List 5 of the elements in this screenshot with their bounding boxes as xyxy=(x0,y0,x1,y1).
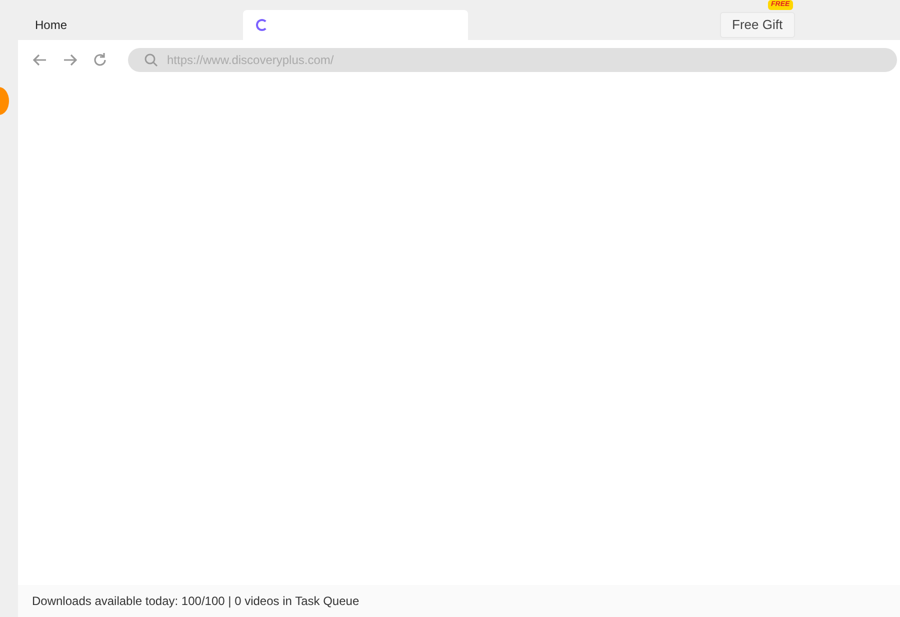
search-icon xyxy=(144,53,158,67)
browser-tab[interactable]: Home xyxy=(18,10,243,40)
free-gift-button[interactable]: Free Gift xyxy=(720,12,795,38)
status-text: Downloads available today: 100/100 | 0 videos in Task Queue xyxy=(32,593,360,610)
loading-spinner-icon xyxy=(256,19,268,31)
